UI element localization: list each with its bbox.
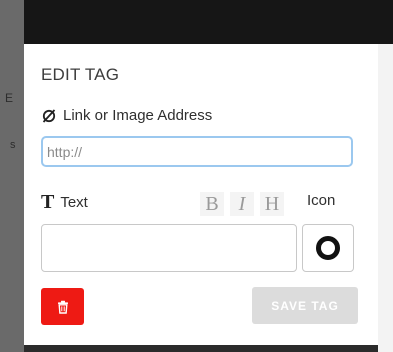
- link-field-label: Link or Image Address: [63, 107, 213, 124]
- text-icon: T: [41, 191, 55, 213]
- bold-button[interactable]: B: [200, 192, 224, 216]
- save-tag-button[interactable]: SAVE TAG: [252, 287, 358, 324]
- background-overlay-left: E s: [0, 0, 24, 352]
- link-field-label-row: Link or Image Address: [41, 107, 212, 124]
- trash-icon: [57, 300, 68, 314]
- format-toolbar: B I H: [200, 192, 284, 216]
- screen: E s EDIT TAG Link or Image Address T Tex…: [0, 0, 393, 352]
- link-address-input[interactable]: [41, 136, 353, 167]
- background-right: [378, 44, 393, 352]
- ring-icon: [316, 236, 340, 260]
- delete-tag-button[interactable]: [41, 288, 84, 325]
- text-field-label-row: T Text: [41, 192, 88, 212]
- background-text-fragment: s: [10, 139, 16, 151]
- heading-button[interactable]: H: [260, 192, 284, 216]
- edit-tag-dialog: EDIT TAG Link or Image Address T Text B …: [24, 44, 378, 345]
- icon-field-label: Icon: [307, 192, 336, 209]
- icon-picker-button[interactable]: [302, 224, 354, 272]
- background-overlay-top: [24, 0, 393, 44]
- italic-button[interactable]: I: [230, 192, 254, 216]
- link-icon: [41, 108, 57, 124]
- background-overlay-bottom: [24, 345, 378, 352]
- dialog-title: EDIT TAG: [41, 65, 120, 84]
- tag-text-input[interactable]: [41, 224, 297, 272]
- background-text-fragment: E: [5, 91, 14, 105]
- text-field-label: Text: [60, 193, 88, 211]
